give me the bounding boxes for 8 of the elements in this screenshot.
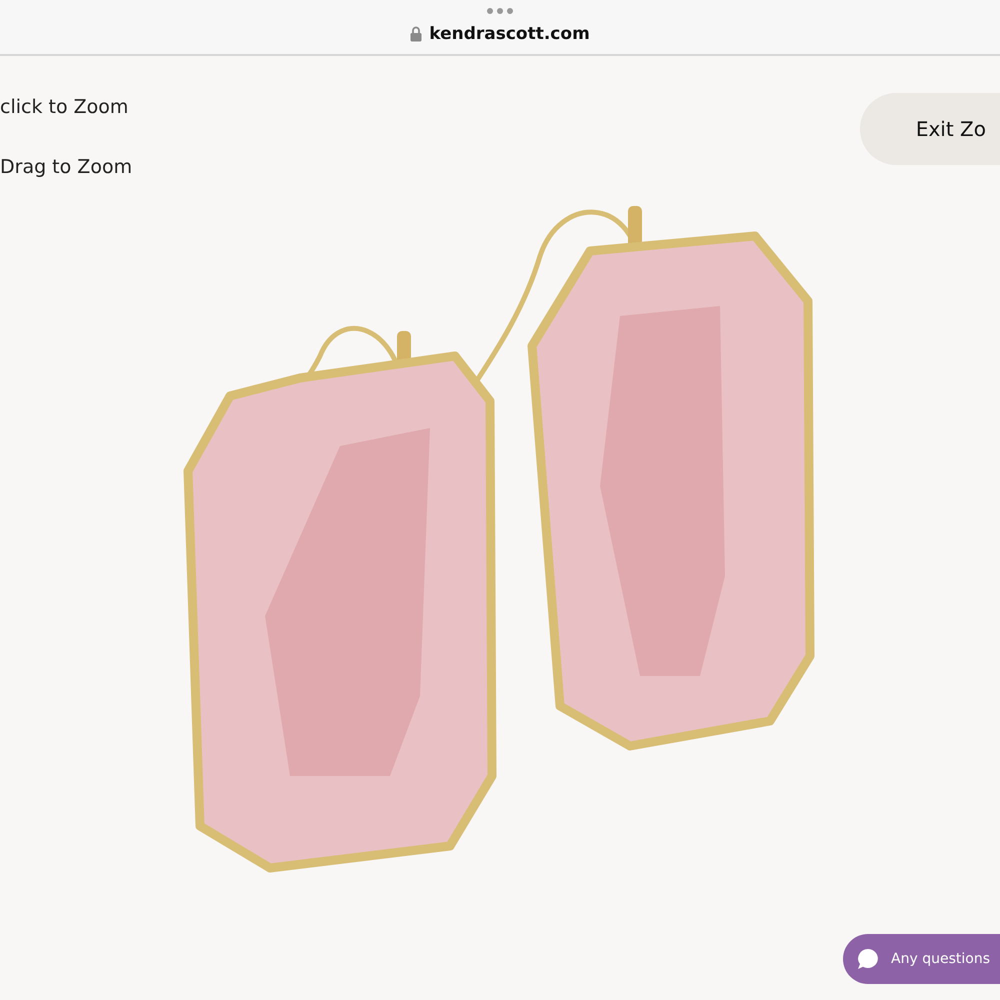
lock-icon xyxy=(410,26,422,42)
more-dots-icon[interactable] xyxy=(487,8,513,14)
zoom-hint: click to Zoom xyxy=(0,96,130,118)
exit-zoom-button[interactable]: Exit Zo xyxy=(860,93,1000,165)
chat-bubble-icon xyxy=(857,948,880,970)
url-text[interactable]: kendrascott.com xyxy=(429,24,590,44)
chat-button[interactable]: Any questions xyxy=(843,934,1000,984)
zoom-hint: Drag to Zoom xyxy=(0,156,132,178)
